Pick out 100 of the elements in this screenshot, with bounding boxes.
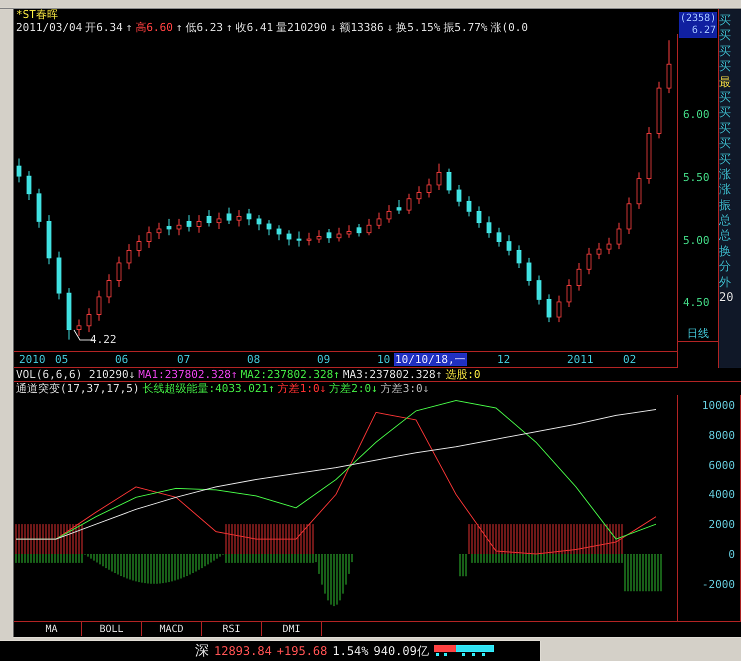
quote-text: 收6.41 (236, 21, 274, 34)
price-tag: (2358) 6.27 (679, 12, 717, 38)
candlestick (506, 234, 512, 256)
candlestick (286, 230, 292, 246)
side-label: 总 (719, 228, 732, 244)
indicator-tick: 6000 (708, 458, 735, 472)
candlestick (276, 224, 282, 241)
candlestick (396, 200, 402, 214)
side-label: 买 (719, 28, 732, 44)
candlestick (136, 234, 142, 258)
candlestick (536, 275, 542, 305)
quote-text: ↑ (176, 21, 182, 34)
turnover-value: 940.09亿 (374, 642, 429, 660)
index-value: 12893.84 (214, 644, 272, 658)
candlestick (266, 220, 272, 236)
side-label: 买 (719, 105, 732, 121)
candlestick (226, 207, 232, 224)
candlestick (146, 226, 152, 248)
price-tick: 5.50 (683, 170, 710, 184)
market-label: 深 (195, 642, 209, 660)
date-label: 09 (316, 353, 332, 366)
candlestick (566, 278, 572, 308)
quote-text: 低6.23 (185, 21, 223, 34)
market-breadth-icon (434, 645, 494, 657)
date-label: 06 (114, 353, 130, 366)
side-label: 买 (719, 136, 732, 152)
candlestick (16, 158, 22, 183)
candlestick (156, 222, 162, 240)
side-label: 买 (719, 44, 732, 60)
quote-text: 额13386 (339, 21, 384, 34)
side-label: 涨 (719, 166, 732, 182)
candlestick (106, 274, 112, 304)
candlestick (236, 210, 242, 227)
period-label: 日线 (678, 326, 718, 342)
candlestick (526, 257, 532, 286)
indicator-tick: 2000 (708, 518, 735, 532)
quote-text: ↑ (126, 21, 132, 34)
candlestick (426, 178, 432, 198)
indicator-legend: 方差3:0↓ (380, 382, 430, 395)
candlestick (196, 214, 202, 234)
candlestick (456, 184, 462, 207)
candlestick (246, 208, 252, 226)
candlestick (256, 214, 262, 231)
candlestick (366, 218, 372, 236)
side-label: 换 (719, 244, 732, 260)
indicator-legend: 方差2:0↓ (329, 382, 378, 395)
quote-text: 涨(0.0 (490, 21, 528, 34)
quote-text: 换5.15% (396, 21, 440, 34)
indicator-tick: 10000 (700, 398, 735, 412)
candlestick (166, 218, 172, 236)
side-label: 最 (719, 74, 732, 90)
candlestick (386, 204, 392, 224)
quote-text: 开6.34 (85, 21, 123, 34)
volume-text: MA1:237802.328↑ (138, 368, 238, 381)
candlestick (446, 168, 452, 194)
indicator-tick: 4000 (708, 488, 735, 502)
volume-text: VOL(6,6,6) 210290↓ (16, 368, 136, 381)
candlestick (306, 232, 312, 246)
candlestick (486, 216, 492, 238)
price-tick: 5.00 (683, 234, 710, 247)
candlestick (436, 163, 442, 190)
date-label: 02 (622, 353, 638, 366)
candlestick (556, 295, 562, 323)
quote-text: 高6.60 (135, 21, 173, 34)
date-label: 10 (376, 353, 392, 366)
candlestick (26, 170, 32, 201)
candlestick (666, 40, 672, 94)
side-label: 买 (719, 13, 732, 28)
candlestick (346, 224, 352, 238)
candlestick (76, 319, 82, 336)
stock-name: *ST春晖 (15, 9, 59, 21)
candlestick (376, 212, 382, 230)
candlestick (86, 308, 92, 333)
candlestick (116, 256, 122, 288)
candlestick (296, 230, 302, 248)
index-change: +195.68 (276, 644, 328, 658)
date-label: 08 (246, 353, 262, 366)
date-label: 12 (496, 353, 512, 366)
candlestick (496, 227, 502, 248)
indicator-legend: 通道突变(17,37,17,5) (16, 382, 140, 395)
side-label: 外 (719, 274, 732, 290)
side-label: 总 (719, 213, 732, 228)
candlestick (586, 247, 592, 275)
candlestick (356, 223, 362, 238)
price-tick: 6.00 (683, 108, 710, 121)
date-label: 2011 (566, 353, 594, 366)
candlestick (126, 244, 132, 270)
indicator-tick: 0 (727, 548, 735, 561)
candlestick (326, 228, 332, 244)
side-label: 买 (719, 90, 732, 106)
side-label: 20 (719, 290, 734, 306)
index-percent: 1.54% (332, 644, 368, 658)
quote-text: ↑ (226, 21, 233, 34)
indicator-tick: -2000 (700, 578, 735, 591)
indicator-tick: 8000 (708, 428, 735, 442)
side-label: 分 (719, 259, 732, 275)
candlestick (316, 230, 322, 244)
candlestick (216, 212, 222, 230)
quote-text: 2011/03/04 (16, 21, 82, 34)
side-label: 振 (719, 198, 732, 214)
